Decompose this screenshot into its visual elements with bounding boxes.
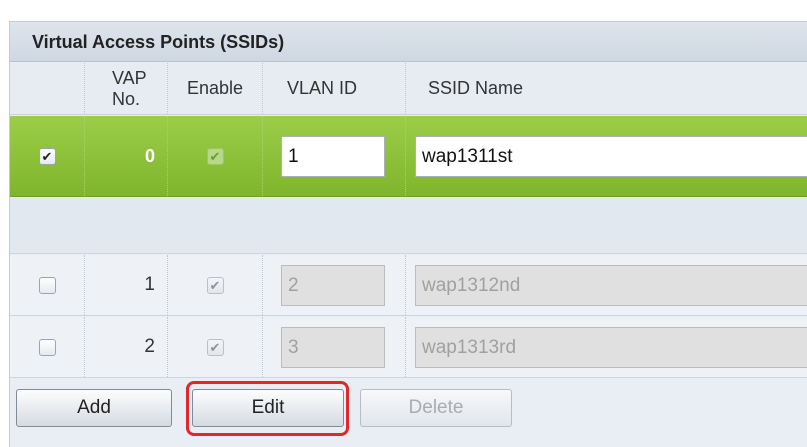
header-select-cell [10,63,85,114]
vlan-cell: 3 [263,317,406,377]
ssid-name-input: wap1313rd [415,326,807,368]
ssid-name-input: wap1312nd [415,264,807,306]
panel-title: Virtual Access Points (SSIDs) [10,22,807,62]
enable-checkbox [206,338,224,356]
enable-checkbox [206,276,224,294]
ssid-name-input[interactable]: wap1311st [415,135,807,177]
enable-cell [168,116,263,196]
enable-cell [168,317,263,377]
button-toolbar: Add Edit Delete [10,379,807,447]
ssid-cell: wap1313rd [406,317,807,377]
ssid-cell: wap1312nd [406,255,807,315]
header-vap-no: VAP No. [85,63,168,114]
row-select-checkbox[interactable] [38,276,56,294]
vap-no-cell: 0 [85,116,168,196]
table-row[interactable]: 0 1 wap1311st [10,116,807,197]
header-vlan-id: VLAN ID [263,63,406,114]
select-cell [10,116,85,196]
vap-no-cell: 1 [85,255,168,315]
enable-cell [168,255,263,315]
row-select-checkbox[interactable] [38,147,56,165]
table-row[interactable]: 1 2 wap1312nd [10,255,807,316]
table-header: VAP No. Enable VLAN ID SSID Name [10,63,807,115]
header-vap-no-line1: VAP [112,67,147,88]
vlan-cell: 2 [263,255,406,315]
header-enable: Enable [168,63,263,114]
add-button[interactable]: Add [16,389,172,427]
vlan-id-input: 2 [281,264,385,306]
vap-no: 2 [144,336,155,357]
vlan-cell: 1 [263,116,406,196]
select-cell [10,255,85,315]
row-select-checkbox[interactable] [38,338,56,356]
header-ssid-name: SSID Name [428,78,524,98]
vlan-id-input: 3 [281,326,385,368]
vap-no-cell: 2 [85,317,168,377]
delete-button: Delete [360,389,512,427]
header-vap-no-line2: No. [112,88,141,109]
edit-button[interactable]: Edit [192,389,344,427]
table-row[interactable]: 2 3 wap1313rd [10,317,807,378]
ssid-cell: wap1311st [406,116,807,196]
enable-checkbox[interactable] [206,147,224,165]
vlan-id-input[interactable]: 1 [281,135,385,177]
vap-panel: Virtual Access Points (SSIDs) VAP No. En… [9,21,807,447]
vap-no: 1 [144,274,155,295]
vap-no: 0 [144,145,155,166]
select-cell [10,317,85,377]
table-spacer-row [10,198,807,254]
